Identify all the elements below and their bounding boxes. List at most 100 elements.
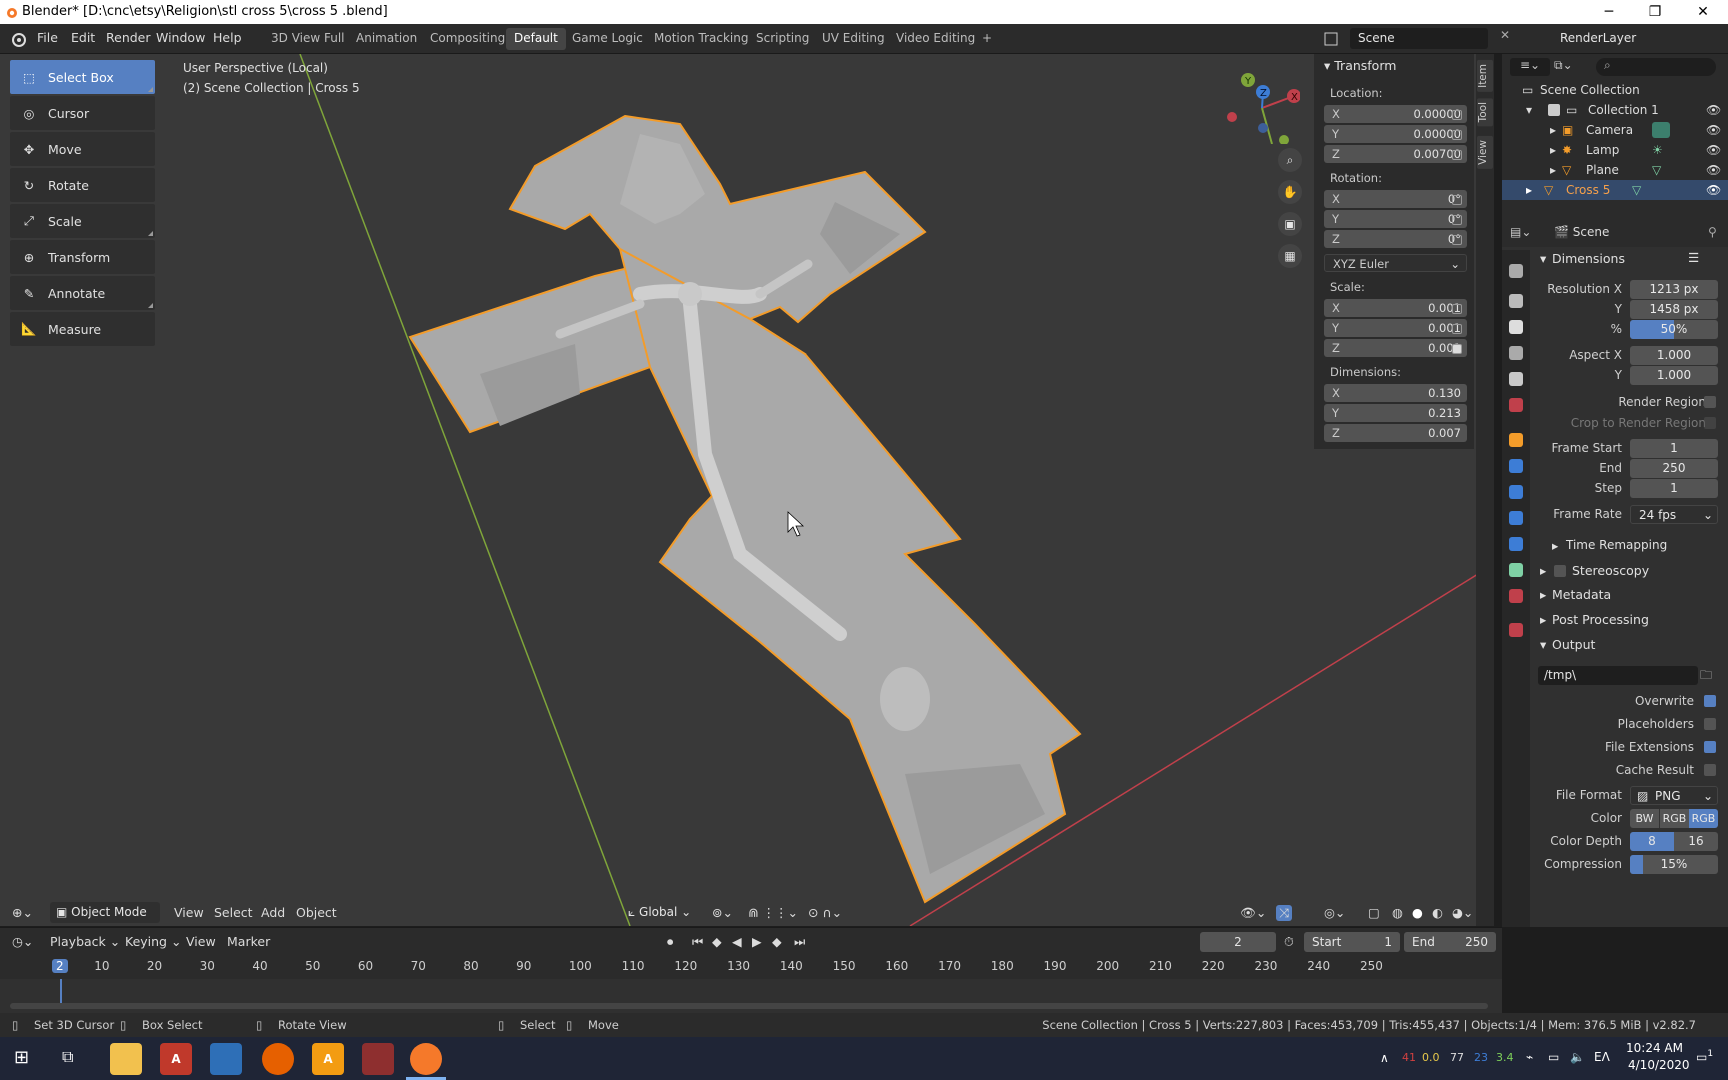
location-z-field[interactable]: Z 0.00700 (1324, 145, 1467, 163)
cache-result-checkbox[interactable] (1704, 764, 1716, 776)
outliner-row-scene-collection[interactable]: ▭ Scene Collection (1502, 80, 1728, 100)
maximize-icon[interactable]: ❐ (1632, 0, 1678, 24)
time-remapping-section[interactable]: ▸ Time Remapping (1530, 535, 1728, 557)
lock-icon[interactable] (1452, 110, 1462, 120)
transform-panel-header[interactable]: ▾ Transform (1324, 58, 1396, 73)
resolution-x-field[interactable]: 1213 px (1630, 280, 1718, 299)
crop-region-checkbox[interactable] (1704, 417, 1716, 429)
color-rgba-button[interactable]: RGB (1689, 809, 1718, 828)
navigation-gizmo[interactable]: X Y Z (1220, 64, 1300, 144)
frame-end-field[interactable]: 250 (1630, 459, 1718, 478)
tab-motion-tracking[interactable]: Motion Tracking (646, 28, 756, 50)
prev-keyframe-icon[interactable]: ◆ (712, 934, 722, 949)
particles-tab-icon[interactable] (1509, 485, 1523, 499)
tab-default[interactable]: Default (506, 28, 566, 50)
file-format-select[interactable]: ▨ PNG ⌄ (1630, 786, 1718, 805)
aspect-x-field[interactable]: 1.000 (1630, 346, 1718, 365)
frame-start-field[interactable]: 1 (1630, 439, 1718, 458)
output-tab-icon[interactable] (1509, 320, 1523, 334)
xray-icon[interactable]: ▢ (1368, 905, 1380, 920)
tab-game-logic[interactable]: Game Logic (564, 28, 651, 50)
file-extensions-checkbox[interactable] (1704, 741, 1716, 753)
editor-type-icon[interactable]: ⊕⌄ (12, 905, 33, 920)
filter-icon[interactable]: ⧉⌄ (1554, 58, 1588, 76)
menu-edit[interactable]: Edit (71, 30, 95, 45)
notification-icon[interactable]: ▭1 (1696, 1049, 1713, 1064)
thunderbird-icon[interactable] (210, 1043, 242, 1075)
resolution-y-field[interactable]: 1458 px (1630, 300, 1718, 319)
outliner-row-cross-5[interactable]: ▸ ▽ Cross 5 ▽ 👁 (1502, 180, 1728, 200)
visibility-eye-icon[interactable]: 👁 (1706, 183, 1721, 197)
outliner-row-camera[interactable]: ▸ ▣ Camera 👁 (1502, 120, 1728, 140)
end-frame-field[interactable]: End 250 (1404, 932, 1496, 952)
play-reverse-icon[interactable]: ◀ (732, 934, 742, 949)
current-frame-marker[interactable]: 2 (52, 959, 68, 973)
presets-icon[interactable]: ☰ (1688, 250, 1699, 265)
timeline-menu-keying[interactable]: Keying ⌄ (125, 934, 181, 949)
blender-menu-icon[interactable] (10, 31, 26, 47)
lock-icon[interactable] (1452, 324, 1462, 334)
material-tab-icon[interactable] (1509, 589, 1523, 603)
compression-slider[interactable]: 15% (1630, 855, 1718, 874)
scale-x-field[interactable]: X 0.001 (1324, 299, 1467, 317)
color-bw-button[interactable]: BW (1630, 809, 1659, 828)
transform-orientation-select[interactable]: ⟀ Global ⌄ (624, 902, 702, 923)
timeline-menu-playback[interactable]: Playback ⌄ (50, 934, 120, 949)
lock-icon[interactable] (1452, 215, 1462, 225)
properties-editor-type-icon[interactable]: ▤⌄ (1510, 225, 1531, 239)
frame-step-field[interactable]: 1 (1630, 479, 1718, 498)
menu-file[interactable]: File (37, 30, 58, 45)
gizmo-toggle-icon[interactable]: ⤨ (1276, 905, 1293, 921)
texture-tab-icon[interactable] (1509, 623, 1523, 637)
timeline-menu-view[interactable]: View (186, 934, 216, 949)
aspire-icon[interactable]: A (312, 1043, 344, 1075)
pan-hand-icon[interactable]: ✋ (1278, 180, 1302, 204)
scale-y-field[interactable]: Y 0.001 (1324, 319, 1467, 337)
outliner-row-plane[interactable]: ▸ ▽ Plane ▽ 👁 (1502, 160, 1728, 180)
visibility-eye-icon[interactable]: 👁 (1706, 103, 1721, 117)
timeline-scrollbar[interactable] (10, 1003, 1488, 1009)
folder-icon[interactable]: 🗀 (1700, 666, 1718, 685)
dimensions-section-header[interactable]: ▾ Dimensions ☰ (1530, 248, 1728, 270)
post-processing-section[interactable]: ▸ Post Processing (1530, 609, 1728, 631)
clock-time[interactable]: 10:24 AM (1626, 1041, 1683, 1055)
outliner-display-mode[interactable]: ≡⌄ (1510, 58, 1550, 76)
lock-icon[interactable] (1452, 130, 1462, 140)
tab-uv-editing[interactable]: UV Editing (814, 28, 893, 50)
shading-solid-icon[interactable]: ● (1412, 905, 1423, 920)
menu-window[interactable]: Window (156, 30, 205, 45)
language-indicator[interactable]: EΛ (1594, 1050, 1610, 1064)
location-y-field[interactable]: Y 0.00000 (1324, 125, 1467, 143)
stereoscopy-section[interactable]: ▸ Stereoscopy (1530, 560, 1728, 582)
lock-icon[interactable] (1452, 304, 1462, 314)
object-tab-icon[interactable] (1509, 433, 1523, 447)
jump-end-icon[interactable]: ⏭ (794, 934, 805, 950)
shading-wireframe-icon[interactable]: ◍ (1392, 905, 1403, 920)
dimensions-z-field[interactable]: Z 0.007 (1324, 424, 1467, 442)
timeline[interactable]: 2 10 20 30 40 50 60 70 80 90 100 110 120 130 140 150 160… (0, 955, 1502, 1013)
rotation-y-field[interactable]: Y 0° (1324, 210, 1467, 228)
color-rgb-button[interactable]: RGB (1659, 809, 1689, 828)
close-scene-icon[interactable]: ✕ (1500, 28, 1514, 48)
render-layer-field[interactable]: RenderLayer (1528, 28, 1688, 49)
3d-viewport[interactable]: User Perspective (Local) (2) Scene Colle… (0, 54, 1478, 926)
tab-scripting[interactable]: Scripting (748, 28, 817, 50)
rotation-z-field[interactable]: Z 0° (1324, 230, 1467, 248)
pin-icon[interactable]: ⚲ (1708, 225, 1717, 239)
timeline-editor-icon[interactable]: ◷⌄ (12, 934, 33, 949)
frame-rate-select[interactable]: 24 fps ⌄ (1630, 505, 1718, 524)
lock-icon[interactable] (1452, 195, 1462, 205)
lock-icon[interactable] (1452, 150, 1462, 160)
outliner-row-collection-1[interactable]: ▾ ▭ Collection 1 👁 (1502, 100, 1728, 120)
scene-selector-icon[interactable] (1322, 29, 1346, 49)
modifier-tab-icon[interactable] (1509, 459, 1523, 473)
shading-rendered-icon[interactable]: ◕⌄ (1452, 905, 1473, 920)
blender-taskbar-icon[interactable] (410, 1043, 442, 1075)
start-frame-field[interactable]: Start 1 (1304, 932, 1400, 952)
dimensions-x-field[interactable]: X 0.130 (1324, 384, 1467, 402)
tab-tool[interactable]: Tool (1477, 98, 1493, 127)
data-tab-icon[interactable] (1509, 563, 1523, 577)
firefox-icon[interactable] (262, 1043, 294, 1075)
tab-animation[interactable]: Animation (348, 28, 425, 50)
tab-compositing[interactable]: Compositing (422, 28, 513, 50)
